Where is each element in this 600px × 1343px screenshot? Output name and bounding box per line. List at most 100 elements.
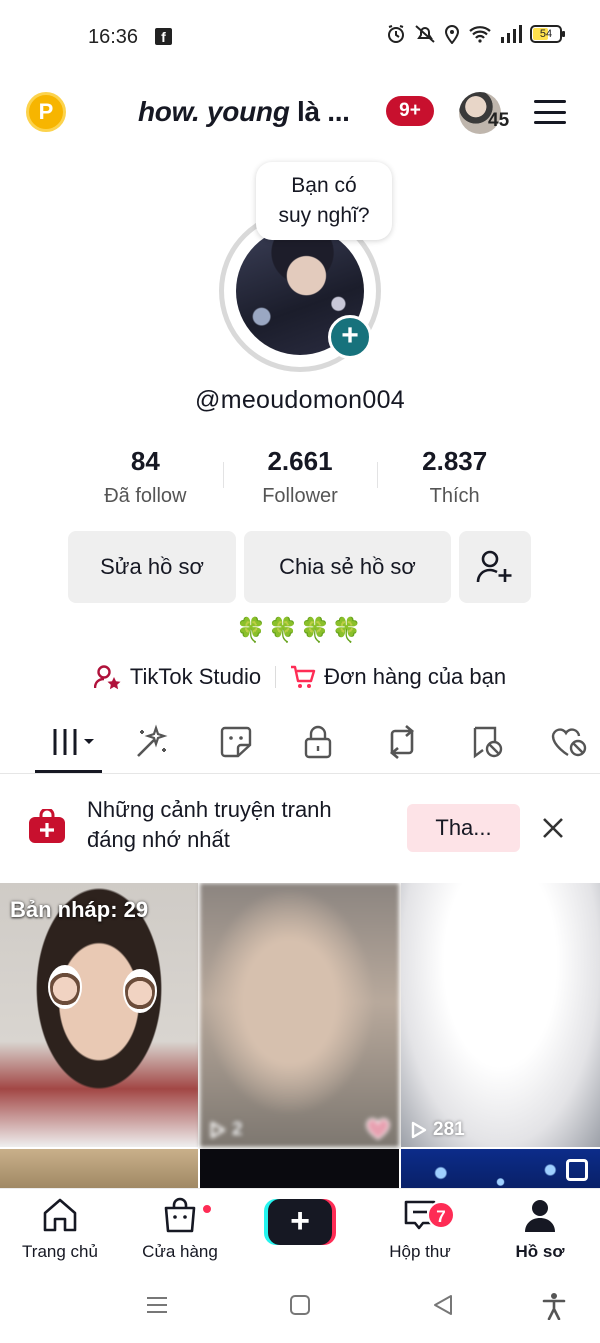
nav-profile[interactable]: Hồ sơ: [485, 1197, 595, 1262]
thought-bubble-line1: Bạn có: [291, 174, 357, 197]
nav-inbox-label: Hộp thư: [389, 1242, 451, 1261]
recent-apps-icon[interactable]: [146, 1294, 168, 1316]
inbox-badge: 7: [427, 1201, 455, 1229]
link-divider: [275, 666, 277, 688]
home-button-icon[interactable]: [289, 1294, 311, 1316]
tab-favorites[interactable]: [468, 722, 508, 762]
bottom-nav: Trang chủ Cửa hàng + 7 Hộp thư Hồ sơ: [0, 1188, 600, 1272]
view-count-value: 2: [232, 1119, 243, 1140]
stat-likes-value: 2.837: [422, 446, 488, 476]
video-tile[interactable]: 2: [200, 883, 399, 1147]
play-icon: [210, 1121, 226, 1139]
tab-videos[interactable]: [44, 722, 100, 762]
profile-header: P how. young là ... 9+ 45: [0, 80, 600, 144]
display-name-italic: how. young: [138, 96, 290, 127]
tab-reposts[interactable]: [382, 722, 422, 762]
stat-following-label: Đã follow: [104, 485, 187, 507]
profile-stats: 84 Đã follow 2.661 Follower 2.837 Thích: [68, 446, 532, 516]
alarm-icon: [388, 25, 404, 43]
username: @meoudomon004: [195, 386, 405, 414]
coin-icon[interactable]: P: [26, 92, 66, 132]
tiktok-studio-link[interactable]: TikTok Studio: [93, 664, 262, 690]
stat-followers[interactable]: 2.661 Follower: [222, 446, 378, 516]
promo-text-line2: đáng nhớ nhất: [87, 827, 230, 852]
add-person-icon: [476, 550, 512, 583]
video-tile[interactable]: 281: [401, 883, 600, 1147]
orders-link[interactable]: Đơn hàng của bạn: [290, 664, 506, 690]
face-sticker-left: [48, 965, 82, 1009]
share-profile-button[interactable]: Chia sẻ hồ sơ: [244, 531, 451, 603]
create-button[interactable]: +: [264, 1199, 336, 1245]
profile-display-name[interactable]: how. young là ...: [138, 96, 350, 128]
orders-label: Đơn hàng của bạn: [324, 664, 507, 689]
stickers-icon: [220, 726, 252, 758]
content-tabs: [0, 712, 600, 774]
tab-private[interactable]: [298, 722, 338, 762]
nav-shop-label: Cửa hàng: [142, 1242, 218, 1261]
nav-profile-label: Hồ sơ: [515, 1242, 565, 1261]
location-icon: [444, 25, 460, 44]
studio-icon: [93, 665, 121, 690]
favorites-icon: [473, 726, 503, 759]
profile-bio: 🍀🍀🍀🍀: [236, 617, 364, 644]
tab-active-underline: [35, 770, 102, 773]
status-time: 16:36: [88, 26, 139, 48]
promo-text: Những cảnh truyện tranh đáng nhớ nhất: [87, 795, 387, 855]
wifi-icon: [469, 26, 491, 43]
stat-likes[interactable]: 2.837 Thích: [377, 446, 532, 516]
accessibility-icon[interactable]: [542, 1292, 566, 1320]
avatar-add-button[interactable]: +: [328, 315, 372, 359]
menu-icon[interactable]: [534, 100, 566, 124]
video-tile[interactable]: [401, 1149, 600, 1188]
nav-shop[interactable]: Cửa hàng: [125, 1197, 235, 1262]
stat-followers-label: Follower: [262, 485, 338, 507]
heart-icon: [366, 1118, 390, 1140]
back-button-icon[interactable]: [432, 1294, 454, 1316]
battery-icon: 54: [530, 25, 565, 43]
thought-bubble[interactable]: Bạn có suy nghĩ?: [256, 162, 392, 240]
tab-effects[interactable]: [132, 722, 172, 762]
stat-following-value: 84: [130, 446, 160, 476]
drafts-count-label: Bản nháp: 29: [10, 897, 149, 922]
video-tile[interactable]: [200, 1149, 399, 1188]
battery-level: 54: [539, 28, 553, 40]
view-count: 2: [210, 1119, 243, 1141]
signal-icon: [501, 25, 522, 43]
view-count: 281: [411, 1119, 465, 1141]
video-tile[interactable]: [0, 1149, 198, 1188]
promo-banner[interactable]: Những cảnh truyện tranh đáng nhớ nhất Th…: [0, 775, 600, 883]
nav-home-label: Trang chủ: [22, 1242, 98, 1261]
edit-profile-button[interactable]: Sửa hồ sơ: [68, 531, 236, 603]
video-grid: Bản nháp: 29 2 281: [0, 883, 600, 1188]
close-icon[interactable]: [540, 815, 566, 841]
photo-carousel-icon: [566, 1159, 588, 1181]
status-bar: 16:36 f 54: [0, 0, 600, 74]
stat-followers-value: 2.661: [267, 446, 333, 476]
liked-icon: [551, 728, 587, 757]
effects-icon: [137, 724, 168, 757]
tab-stickers[interactable]: [216, 722, 256, 762]
mute-icon: [415, 25, 435, 43]
shop-notification-dot: [201, 1203, 213, 1215]
create-plus-icon: +: [268, 1199, 332, 1245]
promo-action-button[interactable]: Tha...: [407, 804, 520, 852]
tab-liked[interactable]: [550, 722, 590, 762]
nav-home[interactable]: Trang chủ: [5, 1197, 115, 1262]
notification-badge[interactable]: 9+: [386, 96, 434, 126]
home-icon: [43, 1198, 77, 1232]
profile-person-icon: [525, 1200, 555, 1232]
profile-links: TikTok Studio Đơn hàng của bạn: [0, 660, 600, 694]
facebook-icon: f: [155, 28, 172, 45]
display-name-rest: là ...: [289, 96, 350, 127]
face-sticker-right: [123, 969, 157, 1013]
tiktok-studio-label: TikTok Studio: [129, 664, 262, 689]
status-icons: 54: [386, 24, 565, 44]
drafts-tile[interactable]: Bản nháp: 29: [0, 883, 198, 1147]
play-icon: [411, 1121, 427, 1139]
promo-text-line1: Những cảnh truyện tranh: [87, 797, 332, 822]
friends-count: 45: [488, 110, 510, 131]
nav-inbox[interactable]: 7 Hộp thư: [365, 1197, 475, 1262]
add-friend-button[interactable]: [459, 531, 531, 603]
repost-icon: [389, 725, 415, 759]
stat-following[interactable]: 84 Đã follow: [68, 446, 223, 516]
